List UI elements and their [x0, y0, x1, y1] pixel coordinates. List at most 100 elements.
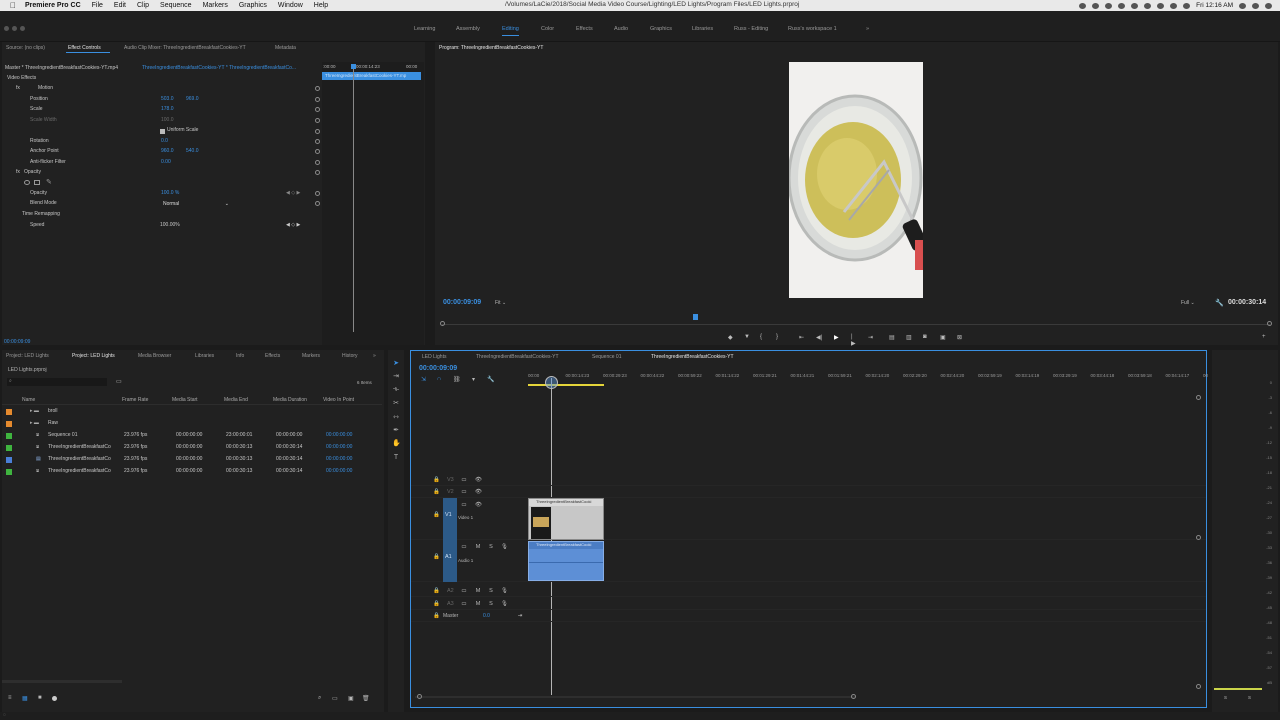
- selection-tool-icon[interactable]: ➤: [392, 360, 400, 368]
- mark-in-icon[interactable]: {: [760, 334, 766, 340]
- razor-tool-icon[interactable]: ✂: [392, 400, 400, 408]
- marker-icon[interactable]: ◆: [728, 334, 734, 341]
- sync-lock-icon[interactable]: ▭: [461, 489, 467, 495]
- tab-more[interactable]: »: [373, 353, 376, 359]
- nest-icon[interactable]: ⇲: [421, 376, 426, 383]
- mute-button[interactable]: M: [475, 601, 481, 607]
- a1-source-patch[interactable]: [443, 540, 457, 582]
- timeline-settings-wrench-icon[interactable]: 🔧: [487, 376, 494, 383]
- search-icon[interactable]: [1239, 2, 1246, 9]
- master-volume[interactable]: 0.0: [483, 613, 490, 619]
- rectangle-mask-icon[interactable]: [34, 180, 40, 185]
- opacity-group-label[interactable]: Opacity: [24, 169, 41, 179]
- sync-lock-icon[interactable]: ▭: [461, 601, 467, 607]
- speed-value[interactable]: 100.00%: [160, 222, 180, 232]
- out-point-handle[interactable]: [1267, 321, 1272, 326]
- tab-source[interactable]: Source: (no clips): [6, 45, 45, 51]
- voice-over-record-icon[interactable]: 🎙: [501, 588, 508, 594]
- menu-window[interactable]: Window: [278, 2, 303, 9]
- reset-icon[interactable]: [315, 118, 320, 123]
- extract-icon[interactable]: ▥: [906, 334, 912, 341]
- sync-lock-icon[interactable]: ▭: [461, 544, 467, 550]
- voice-over-record-icon[interactable]: 🎙: [501, 601, 508, 607]
- menu-graphics[interactable]: Graphics: [239, 2, 267, 9]
- project-item[interactable]: ⧈ ThreeIngredientBreakfastCo 23.976 fps 00:…: [6, 442, 378, 453]
- effect-current-timecode[interactable]: 00:00:09:09: [4, 339, 30, 345]
- time-remapping-label[interactable]: Time Remapping: [22, 211, 60, 221]
- solo-button[interactable]: S: [488, 544, 494, 550]
- minimize-window-button[interactable]: [12, 26, 17, 31]
- col-name[interactable]: Name: [22, 397, 35, 403]
- position-x-value[interactable]: 503.0: [161, 96, 174, 106]
- close-window-button[interactable]: [4, 26, 9, 31]
- zoom-out-handle[interactable]: [417, 694, 422, 699]
- track-label-a2[interactable]: A2: [447, 588, 454, 594]
- tab-project-led-lights-active[interactable]: Project: LED Lights: [72, 353, 115, 359]
- timeline-timecode[interactable]: 00:00:09:09: [419, 365, 457, 372]
- mini-playhead-handle[interactable]: [351, 64, 356, 69]
- uniform-scale-checkbox[interactable]: [160, 129, 165, 134]
- eye-icon[interactable]: 👁: [475, 502, 482, 508]
- dropbox-icon[interactable]: [1118, 2, 1126, 9]
- menu-sequence[interactable]: Sequence: [160, 2, 192, 9]
- opacity-value[interactable]: 100.0 %: [161, 190, 179, 200]
- tab-effect-controls[interactable]: Effect Controls: [68, 45, 101, 51]
- ellipse-mask-icon[interactable]: [24, 180, 30, 185]
- volume-icon[interactable]: [1170, 2, 1178, 9]
- list-view-icon[interactable]: ≡: [8, 695, 12, 701]
- reset-icon[interactable]: [315, 201, 320, 206]
- zoom-window-button[interactable]: [20, 26, 25, 31]
- track-label-v1[interactable]: V1: [445, 512, 452, 518]
- solo-right-button[interactable]: S: [1248, 695, 1251, 700]
- track-label-a3[interactable]: A3: [447, 601, 454, 607]
- reset-icon[interactable]: [315, 191, 320, 196]
- ripple-edit-tool-icon[interactable]: ⟛: [392, 386, 400, 394]
- tab-metadata[interactable]: Metadata: [275, 45, 296, 51]
- project-item[interactable]: ⧈ Sequence 01 23.976 fps 00:00:00:00 23:00:0…: [6, 430, 378, 441]
- reset-icon[interactable]: [315, 139, 320, 144]
- sync-lock-icon[interactable]: ▭: [461, 477, 467, 483]
- label-color-swatch[interactable]: [6, 433, 12, 439]
- menu-file[interactable]: File: [92, 2, 103, 9]
- go-to-in-icon[interactable]: ⇤: [799, 334, 805, 341]
- vr-view-icon[interactable]: ⊠: [957, 334, 963, 341]
- clock[interactable]: Fri 12:16 AM: [1196, 2, 1233, 9]
- workspace-editing[interactable]: Editing: [502, 26, 519, 36]
- trash-icon[interactable]: 🗑: [362, 695, 370, 702]
- lock-icon[interactable]: 🔒: [433, 512, 440, 518]
- col-frame-rate[interactable]: Frame Rate: [122, 397, 148, 403]
- snap-icon[interactable]: ∩: [437, 376, 441, 382]
- workspace-russ-1[interactable]: Russ's workspace 1: [788, 26, 837, 32]
- find-icon[interactable]: ⌕: [318, 695, 321, 702]
- anchor-x-value[interactable]: 960.0: [161, 148, 174, 158]
- new-bin-icon[interactable]: ▭: [116, 378, 122, 385]
- freeform-view-icon[interactable]: ■: [38, 695, 42, 701]
- tab-audio-clip-mixer[interactable]: Audio Clip Mixer: ThreeIngredientBreakfa…: [124, 45, 246, 51]
- solo-left-button[interactable]: S: [1224, 695, 1227, 700]
- record-icon[interactable]: [1079, 2, 1087, 9]
- menu-help[interactable]: Help: [314, 2, 328, 9]
- keyframe-nav-icon[interactable]: ◀ ◇ ▶: [286, 190, 300, 200]
- hand-tool-icon[interactable]: ✋: [392, 440, 401, 448]
- reset-icon[interactable]: [315, 86, 320, 91]
- wifi-icon[interactable]: [1157, 2, 1165, 9]
- workspace-learning[interactable]: Learning: [414, 26, 435, 32]
- tab-libraries[interactable]: Libraries: [195, 353, 214, 359]
- track-label-a1[interactable]: A1: [445, 554, 452, 560]
- position-y-value[interactable]: 969.0: [186, 96, 199, 106]
- airplay-icon[interactable]: [1144, 2, 1152, 9]
- solo-button[interactable]: S: [488, 601, 494, 607]
- workspace-effects[interactable]: Effects: [576, 26, 593, 32]
- label-color-swatch[interactable]: [6, 445, 12, 451]
- v1-source-patch[interactable]: [443, 498, 457, 540]
- track-label-v3[interactable]: V3: [447, 477, 454, 483]
- go-to-out-icon[interactable]: ⇥: [868, 334, 874, 341]
- track-select-tool-icon[interactable]: ⇥: [392, 373, 400, 381]
- track-label-v2[interactable]: V2: [447, 489, 454, 495]
- workspace-more[interactable]: »: [866, 26, 869, 32]
- label-color-swatch[interactable]: [6, 421, 12, 427]
- mark-out-icon[interactable]: }: [776, 334, 782, 340]
- label-color-swatch[interactable]: [6, 409, 12, 415]
- workspace-audio[interactable]: Audio: [614, 26, 628, 32]
- step-forward-icon[interactable]: |▶: [851, 334, 857, 347]
